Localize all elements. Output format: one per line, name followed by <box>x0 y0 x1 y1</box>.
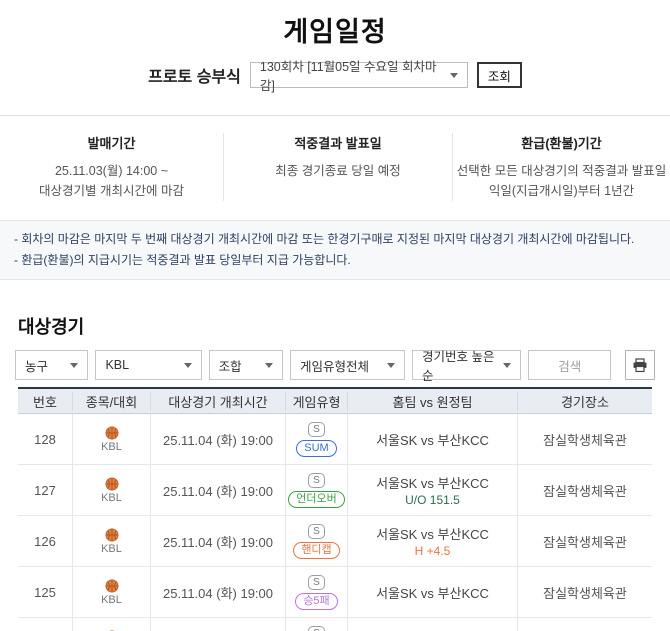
basketball-icon <box>105 579 119 593</box>
info-col-result-date: 적중결과 발표일 최종 경기종료 당일 예정 <box>223 133 452 201</box>
match-no: 127 <box>18 465 72 515</box>
page-title: 게임일정 <box>0 0 670 49</box>
info-line: 대상경기별 개최시간에 마감 <box>0 181 223 201</box>
sort-order-select-value: 경기번호 높은순 <box>422 346 503 384</box>
table-row: 127 KBL 25.11.04 (화) 19:00 S 언더오버 서울SK v… <box>18 465 652 516</box>
chevron-down-icon <box>450 73 458 78</box>
table-header-row: 번호 종목/대회 대상경기 개최시간 게임유형 홈팀 vs 원정팀 경기장소 <box>18 389 652 414</box>
chevron-down-icon <box>184 363 192 368</box>
info-line: 선택한 모든 대상경기의 적중결과 발표일 <box>453 161 670 181</box>
teams-label: 서울SK vs 부산KCC <box>376 473 489 492</box>
table-body: 128 KBL 25.11.04 (화) 19:00 S SUM 서울SK vs… <box>18 414 652 631</box>
round-select-value: 130회차 [11월05일 수요일 회차마감] <box>260 56 450 94</box>
match-no: 124 <box>18 618 72 631</box>
header-teams: 홈팀 vs 원정팀 <box>347 392 517 411</box>
note-line: - 환급(환불)의 지급시기는 적중결과 발표 당일부터 지급 가능합니다. <box>14 250 656 271</box>
league-label: KBL <box>101 594 122 606</box>
venue-label: 잠실학생체육관 <box>517 567 652 617</box>
info-title: 발매기간 <box>0 133 223 152</box>
s-mark: S <box>308 524 325 539</box>
match-time: 25.11.04 (화) 19:00 <box>150 465 285 515</box>
game-type-select[interactable]: 게임유형전체 <box>290 350 405 380</box>
info-col-refund-period: 환급(환불)기간 선택한 모든 대상경기의 적중결과 발표일 익일(지급개시일)… <box>452 133 670 201</box>
table-row: 126 KBL 25.11.04 (화) 19:00 S 핸디캡 서울SK vs… <box>18 516 652 567</box>
info-line: 최종 경기종료 당일 예정 <box>224 161 452 181</box>
match-no: 126 <box>18 516 72 566</box>
venue-label: 잠실학생체육관 <box>517 465 652 515</box>
chevron-down-icon <box>387 363 395 368</box>
printer-icon <box>632 358 648 373</box>
header-time: 대상경기 개최시간 <box>150 392 285 411</box>
league-label: KBL <box>101 543 122 555</box>
game-type-badge: 승5패 <box>295 593 337 610</box>
s-mark: S <box>308 575 325 590</box>
info-title: 환급(환불)기간 <box>453 133 670 152</box>
basketball-icon <box>105 528 119 542</box>
table-row: 125 KBL 25.11.04 (화) 19:00 S 승5패 서울SK vs… <box>18 567 652 618</box>
header-league: 종목/대회 <box>72 392 150 411</box>
handicap-value: U/O 151.5 <box>405 493 460 507</box>
filter-row: 농구 KBL 조합 게임유형전체 경기번호 높은순 검색 <box>15 350 655 380</box>
chevron-down-icon <box>265 363 273 368</box>
search-button[interactable]: 검색 <box>528 350 611 380</box>
table-row: 128 KBL 25.11.04 (화) 19:00 S SUM 서울SK vs… <box>18 414 652 465</box>
info-title: 적중결과 발표일 <box>224 133 452 152</box>
target-games-section-title: 대상경기 <box>18 313 652 339</box>
sport-select-value: 농구 <box>25 356 48 375</box>
handicap-value: H +4.5 <box>415 544 451 558</box>
info-line: 익일(지급개시일)부터 1년간 <box>453 181 670 201</box>
teams-label: 서울SK vs 부산KCC <box>376 430 489 449</box>
header-venue: 경기장소 <box>517 392 652 411</box>
header-game-type: 게임유형 <box>285 392 347 411</box>
match-time: 25.11.04 (화) 19:00 <box>150 567 285 617</box>
notes-box: - 회차의 마감은 마지막 두 번째 대상경기 개최시간에 마감 또는 한경기구… <box>0 220 670 280</box>
s-mark: S <box>308 473 325 488</box>
table-row: 124 KBL 25.11.04 (화) 19:00 S 일반 서울SK vs … <box>18 618 652 631</box>
s-mark: S <box>308 626 325 631</box>
game-type-select-value: 게임유형전체 <box>300 356 369 375</box>
basketball-icon <box>105 477 119 491</box>
info-col-sale-period: 발매기간 25.11.03(월) 14:00 ~ 대상경기별 개최시간에 마감 <box>0 133 223 201</box>
game-type-badge: 핸디캡 <box>293 542 339 559</box>
league-select[interactable]: KBL <box>95 350 201 380</box>
league-label: KBL <box>101 441 122 453</box>
basketball-icon <box>105 426 119 440</box>
game-type-badge: SUM <box>296 440 336 457</box>
round-selector-label: 프로토 승부식 <box>148 63 241 87</box>
combo-select-value: 조합 <box>219 356 242 375</box>
teams-label: 서울SK vs 부산KCC <box>376 583 489 602</box>
sport-select[interactable]: 농구 <box>15 350 88 380</box>
chevron-down-icon <box>70 363 78 368</box>
league-label: KBL <box>101 492 122 504</box>
match-time: 25.11.04 (화) 19:00 <box>150 414 285 464</box>
chevron-down-icon <box>503 363 511 368</box>
teams-label: 서울SK vs 부산KCC <box>376 524 489 543</box>
note-line: - 회차의 마감은 마지막 두 번째 대상경기 개최시간에 마감 또는 한경기구… <box>14 229 656 250</box>
s-mark: S <box>308 422 325 437</box>
sort-order-select[interactable]: 경기번호 높은순 <box>412 350 521 380</box>
match-no: 128 <box>18 414 72 464</box>
league-select-value: KBL <box>105 358 129 372</box>
round-select[interactable]: 130회차 [11월05일 수요일 회차마감] <box>250 62 468 88</box>
header-no: 번호 <box>18 392 72 411</box>
inquiry-button[interactable]: 조회 <box>477 62 522 88</box>
match-no: 125 <box>18 567 72 617</box>
combo-select[interactable]: 조합 <box>209 350 283 380</box>
print-button[interactable] <box>625 350 655 380</box>
round-selector-row: 프로토 승부식 130회차 [11월05일 수요일 회차마감] 조회 <box>0 62 670 88</box>
venue-label: 잠실학생체육관 <box>517 618 652 631</box>
games-table: 번호 종목/대회 대상경기 개최시간 게임유형 홈팀 vs 원정팀 경기장소 1… <box>18 387 652 631</box>
match-time: 25.11.04 (화) 19:00 <box>150 516 285 566</box>
info-line: 25.11.03(월) 14:00 ~ <box>0 161 223 181</box>
venue-label: 잠실학생체육관 <box>517 414 652 464</box>
venue-label: 잠실학생체육관 <box>517 516 652 566</box>
sale-info-section: 발매기간 25.11.03(월) 14:00 ~ 대상경기별 개최시간에 마감 … <box>0 115 670 220</box>
game-type-badge: 언더오버 <box>288 491 344 508</box>
match-time: 25.11.04 (화) 19:00 <box>150 618 285 631</box>
